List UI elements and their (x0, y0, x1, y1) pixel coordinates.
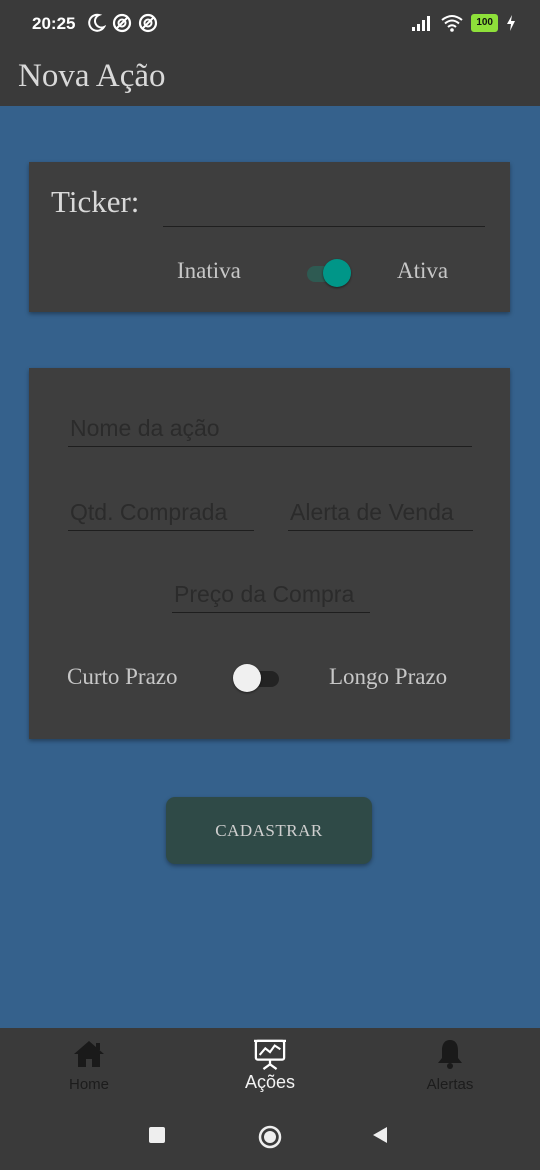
status-time: 20:25 (32, 14, 76, 33)
moon-icon (88, 13, 106, 32)
ticker-input[interactable] (163, 182, 485, 227)
battery-icon: 100 (471, 14, 498, 32)
short-term-label: Curto Prazo (67, 664, 178, 689)
active-toggle-switch[interactable] (307, 259, 351, 287)
status-icons-right: 100 (411, 14, 516, 32)
stock-form-card: Curto Prazo Longo Prazo (29, 368, 510, 739)
status-icons-left (86, 13, 158, 33)
ticker-card: Ticker: Inativa Ativa (29, 162, 510, 312)
nav-label-alertas: Alertas (426, 1076, 474, 1093)
dnd-icon (112, 13, 132, 33)
system-navigation-bar (0, 1098, 540, 1170)
nav-item-alertas[interactable]: Alertas (395, 1038, 505, 1093)
app-bar: Nova Ação (0, 48, 540, 106)
inativa-label: Inativa (177, 258, 241, 283)
sell-alert-input[interactable] (288, 494, 473, 531)
purchase-price-input[interactable] (172, 576, 370, 613)
ticker-label: Ticker: (51, 184, 140, 219)
toggle-thumb (323, 259, 351, 287)
page-title: Nova Ação (18, 58, 166, 94)
quantity-input[interactable] (68, 494, 254, 531)
wifi-icon (441, 15, 463, 32)
charging-icon (507, 15, 515, 31)
dnd-icon (138, 13, 158, 33)
presentation-chart-icon (254, 1039, 286, 1070)
bell-icon (438, 1040, 462, 1069)
ativa-label: Ativa (397, 258, 449, 283)
square-icon[interactable] (148, 1126, 166, 1144)
status-bar: 20:25 100 (0, 0, 540, 48)
home-icon (74, 1041, 104, 1067)
signal-icon (412, 16, 431, 31)
nav-label-home: Home (68, 1076, 109, 1093)
circle-icon[interactable] (258, 1125, 282, 1149)
nav-item-home[interactable]: Home (34, 1038, 144, 1093)
cadastrar-button[interactable]: CADASTRAR (166, 797, 372, 864)
long-term-label: Longo Prazo (329, 664, 448, 689)
stock-name-input[interactable] (68, 410, 472, 447)
term-toggle-switch[interactable] (233, 664, 279, 692)
back-triangle-icon[interactable] (371, 1126, 389, 1144)
nav-label-acoes: Ações (244, 1072, 296, 1092)
toggle-thumb (233, 664, 261, 692)
nav-item-acoes[interactable]: Ações (215, 1038, 325, 1093)
